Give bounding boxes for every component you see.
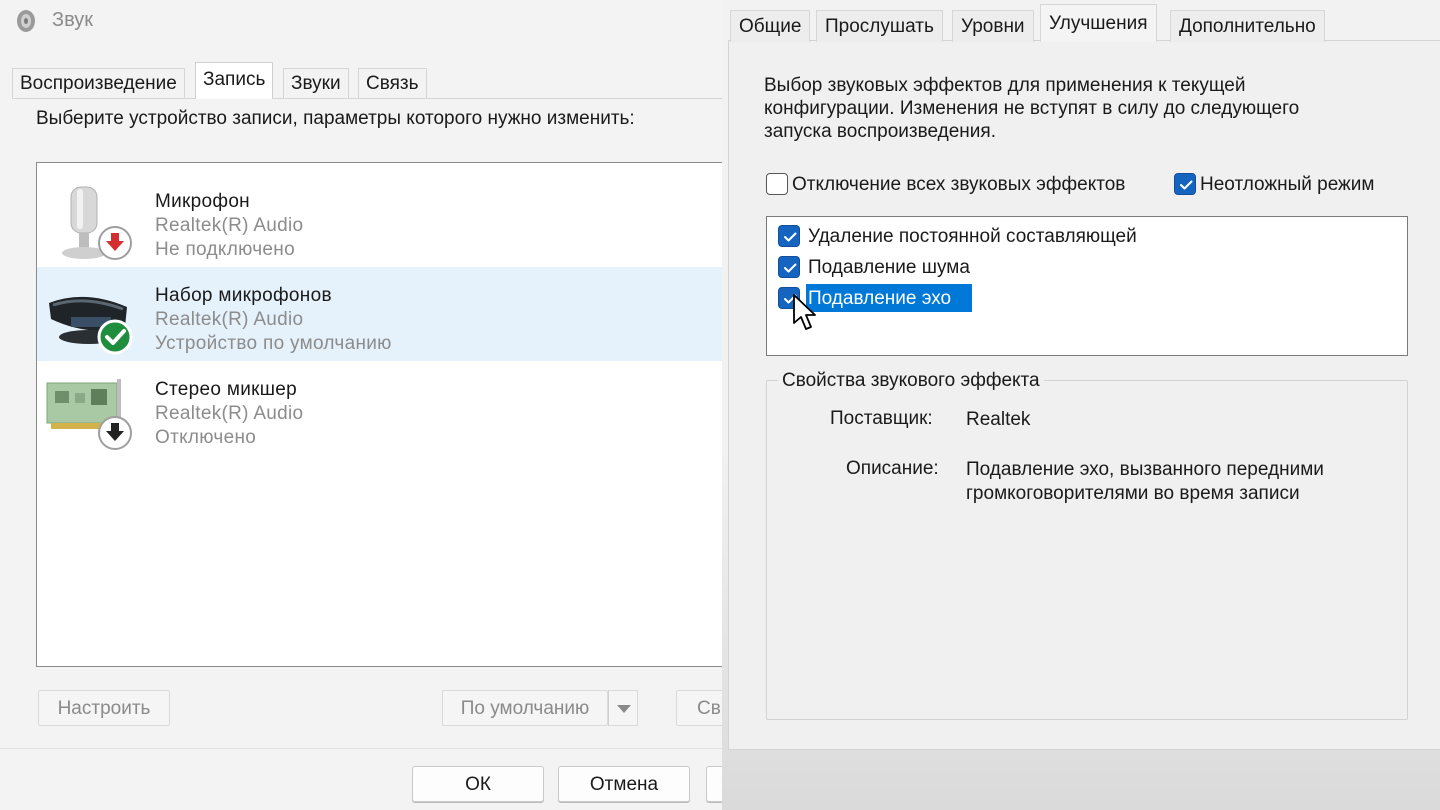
description-key: Описание: [846, 458, 939, 479]
disable-all-effects-checkbox[interactable] [766, 173, 788, 195]
description-line: конфигурации. Изменения не вступят в сил… [764, 98, 1300, 119]
device-row-microphone[interactable]: Микрофон Realtek(R) Audio Не подключено [37, 173, 722, 267]
microphone-icon [62, 186, 132, 260]
description-line: запуска воспроизведения. [764, 121, 996, 142]
device-driver: Realtek(R) Audio [155, 403, 304, 424]
set-default-button[interactable]: По умолчанию [442, 690, 608, 726]
instruction-text: Выберите устройство записи, параметры ко… [36, 108, 635, 129]
configure-button[interactable]: Настроить [38, 690, 170, 726]
description-line: Выбор звуковых эффектов для применения к… [764, 75, 1246, 96]
green-check-badge [97, 319, 133, 355]
tab-listen[interactable]: Прослушать [816, 10, 943, 42]
device-row-stereo-mix[interactable]: Стерео микшер Realtek(R) Audio Отключено [37, 361, 722, 455]
effect-noise-suppression-checkbox[interactable] [778, 256, 800, 278]
cancel-button[interactable]: Отмена [558, 766, 690, 802]
tab-recording[interactable]: Запись [195, 62, 274, 99]
tab-levels[interactable]: Уровни [952, 10, 1034, 42]
device-row-microphone-array[interactable]: Набор микрофонов Realtek(R) Audio Устрой… [37, 267, 722, 361]
tab-general[interactable]: Общие [730, 10, 811, 42]
device-status: Отключено [155, 427, 257, 448]
device-name: Микрофон [155, 191, 250, 212]
sound-dialog: Звук Воспроизведение Запись Звуки Связь … [0, 0, 722, 810]
tab-advanced[interactable]: Дополнительно [1170, 10, 1325, 42]
effect-properties-group [766, 380, 1408, 720]
checkmark-icon [784, 263, 797, 273]
tab-playback[interactable]: Воспроизведение [12, 68, 185, 98]
window-title: Звук [52, 9, 94, 31]
device-driver: Realtek(R) Audio [155, 215, 304, 236]
apply-button-partial[interactable] [706, 766, 722, 802]
effect-properties-title: Свойства звукового эффекта [778, 370, 1044, 392]
speaker-app-icon [17, 10, 35, 32]
device-name: Набор микрофонов [155, 285, 332, 306]
microphone-array-icon [49, 296, 133, 355]
tab-sounds[interactable]: Звуки [283, 68, 349, 98]
provider-key: Поставщик: [830, 408, 933, 429]
effect-dc-offset-label[interactable]: Удаление постоянной составляющей [808, 226, 1137, 248]
checkmark-icon [784, 232, 797, 242]
footer-divider [0, 748, 722, 749]
immediate-mode-checkbox[interactable] [1174, 173, 1196, 195]
device-properties-dialog: Общие Прослушать Уровни Улучшения Дополн… [722, 0, 1440, 810]
device-driver: Realtek(R) Audio [155, 309, 304, 330]
checkmark-icon [1180, 180, 1193, 190]
tab-enhancements[interactable]: Улучшения [1040, 4, 1157, 42]
tab-divider [12, 98, 722, 99]
device-status: Не подключено [155, 239, 295, 260]
provider-value: Realtek [966, 409, 1031, 430]
effect-echo-cancellation-label[interactable]: Подавление эхо [808, 288, 951, 310]
device-status: Устройство по умолчанию [155, 333, 392, 354]
properties-button[interactable]: Св [676, 690, 722, 726]
description-value: Подавление эхо, вызванного передними гро… [966, 458, 1324, 506]
title-bar: Звук [0, 0, 722, 44]
ok-button[interactable]: ОК [412, 766, 544, 802]
description-value-line: Подавление эхо, вызванного передними [966, 459, 1324, 480]
recording-device-list[interactable]: Микрофон Realtek(R) Audio Не подключено … [36, 162, 722, 667]
sound-card-icon [46, 379, 132, 450]
immediate-mode-label[interactable]: Неотложный режим [1200, 174, 1374, 196]
disable-all-effects-label[interactable]: Отключение всех звуковых эффектов [792, 174, 1125, 196]
set-default-dropdown-arrow[interactable] [608, 690, 638, 726]
enhancements-description: Выбор звуковых эффектов для применения к… [764, 74, 1364, 143]
device-name: Стерео микшер [155, 379, 298, 400]
effect-dc-offset-checkbox[interactable] [778, 225, 800, 247]
effect-noise-suppression-label[interactable]: Подавление шума [808, 257, 970, 279]
mouse-cursor-icon [793, 294, 816, 330]
description-value-line: громкоговорителями во время записи [966, 483, 1300, 504]
tab-communications[interactable]: Связь [358, 68, 427, 98]
